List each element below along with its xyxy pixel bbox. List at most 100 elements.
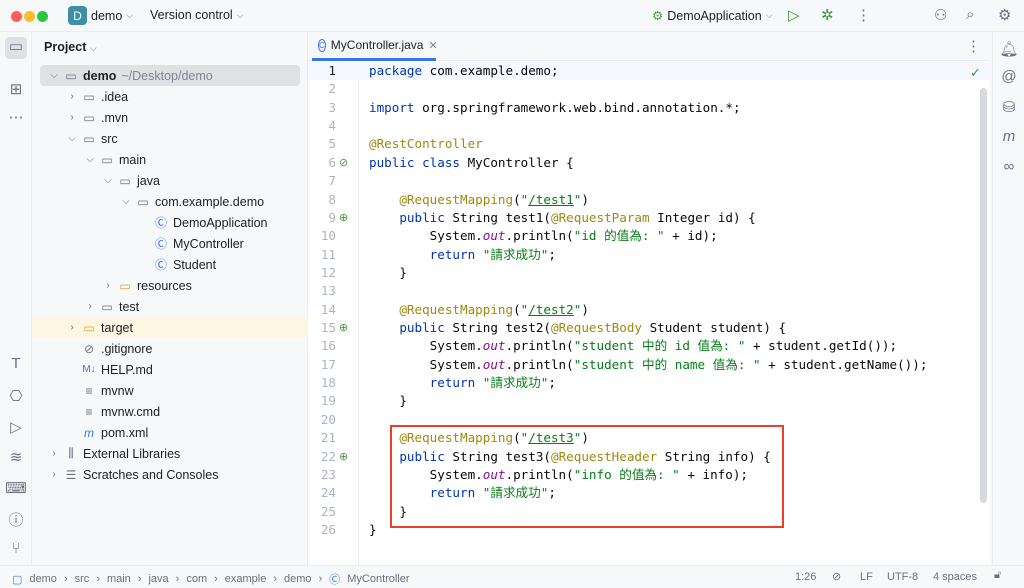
debug-icon[interactable]: ✲: [821, 6, 834, 24]
run-tool-icon[interactable]: ▷: [5, 418, 27, 436]
code-line[interactable]: 11 return "請求成功";: [308, 246, 990, 264]
indent-setting[interactable]: 4 spaces: [933, 571, 977, 583]
no-inspections-icon[interactable]: ⊘: [832, 570, 841, 583]
tree-item[interactable]: ⌵ ▭ src: [32, 128, 308, 149]
run-config-selector[interactable]: ⚙ DemoApplication ⌵: [652, 8, 773, 24]
code-line[interactable]: 17 System.out.println("student 中的 name 值…: [308, 356, 990, 374]
tree-item[interactable]: ⌵ ▭ java: [32, 170, 308, 191]
chevron-right-icon[interactable]: ›: [46, 448, 62, 459]
code-line[interactable]: 19 }: [308, 392, 990, 410]
breadcrumb-item[interactable]: main: [107, 573, 131, 585]
close-tab-icon[interactable]: ✕: [428, 39, 437, 52]
code-line[interactable]: 18 return "請求成功";: [308, 374, 990, 392]
run-icon[interactable]: ▷: [788, 6, 800, 24]
tree-item[interactable]: ≡ mvnw.cmd: [32, 401, 308, 422]
version-control-menu[interactable]: Version control ⌵: [150, 8, 244, 22]
bean-icon[interactable]: ⊘: [339, 154, 348, 172]
breadcrumb-item[interactable]: java: [148, 573, 168, 585]
settings-icon[interactable]: ⚙: [998, 6, 1011, 24]
project-panel-title[interactable]: Project ⌵: [44, 40, 97, 54]
more-icon[interactable]: ⋮: [856, 6, 871, 24]
code-line[interactable]: 1 package com.example.demo;: [308, 62, 990, 80]
search-icon[interactable]: ⌕: [966, 6, 974, 23]
code-line[interactable]: 10 System.out.println("id 的值為: " + id);: [308, 227, 990, 245]
notifications-icon[interactable]: 🔔︎: [998, 40, 1020, 58]
chevron-right-icon[interactable]: ›: [100, 280, 116, 291]
chevron-right-icon[interactable]: ›: [64, 322, 80, 333]
breadcrumb-item[interactable]: MyController: [347, 573, 409, 585]
code-line[interactable]: 9 ⊕ public String test1(@RequestParam Int…: [308, 209, 990, 227]
chevron-down-icon[interactable]: ⌵: [118, 196, 134, 207]
breadcrumb-item[interactable]: demo: [29, 573, 57, 585]
endpoint-icon[interactable]: ⊕: [339, 209, 348, 227]
tree-item[interactable]: › ☰ Scratches and Consoles: [32, 464, 308, 485]
close-window-button[interactable]: [11, 11, 22, 22]
tree-item[interactable]: › ▭ resources: [32, 275, 308, 296]
tree-item[interactable]: ⌵ ▭ main: [32, 149, 308, 170]
code-line[interactable]: 2: [308, 80, 990, 98]
tree-item[interactable]: › ▭ .idea: [32, 86, 308, 107]
database-icon[interactable]: ⛁: [998, 98, 1020, 116]
problems-icon[interactable]: ⓘ: [5, 509, 27, 530]
tab-mycontroller[interactable]: C MyController.java ✕: [312, 32, 438, 61]
code-line[interactable]: 13: [308, 282, 990, 300]
add-user-icon[interactable]: ⚇: [934, 6, 947, 24]
chevron-right-icon[interactable]: ›: [64, 91, 80, 102]
code-line[interactable]: 7: [308, 172, 990, 190]
no-problems-check-icon[interactable]: ✓: [970, 65, 981, 81]
file-encoding[interactable]: UTF-8: [887, 571, 918, 583]
zoom-window-button[interactable]: [37, 11, 48, 22]
project-tool-icon[interactable]: ▭: [5, 37, 27, 59]
lock-icon[interactable]: 🔓︎: [994, 569, 1001, 582]
code-line[interactable]: 5 @RestController: [308, 135, 990, 153]
services-icon[interactable]: ⎔: [5, 387, 27, 405]
tree-item[interactable]: m pom.xml: [32, 422, 308, 443]
tree-item[interactable]: › ⫼ External Libraries: [32, 443, 308, 464]
tree-item[interactable]: › ▭ target: [32, 317, 308, 338]
code-line[interactable]: 6 ⊘ public class MyController {: [308, 154, 990, 172]
code-line[interactable]: 4: [308, 117, 990, 135]
endpoint-icon[interactable]: ⊕: [339, 319, 348, 337]
git-icon[interactable]: ⑂: [5, 540, 27, 557]
tree-item[interactable]: › ▭ test: [32, 296, 308, 317]
chevron-right-icon[interactable]: ›: [46, 469, 62, 480]
chevron-down-icon[interactable]: ⌵: [64, 133, 80, 144]
breadcrumb-item[interactable]: demo: [284, 573, 312, 585]
code-line[interactable]: 15 ⊕ public String test2(@RequestBody Stu…: [308, 319, 990, 337]
tree-item[interactable]: ⊘ .gitignore: [32, 338, 308, 359]
tree-item[interactable]: ≡ mvnw: [32, 380, 308, 401]
code-line[interactable]: 14 @RequestMapping("/test2"): [308, 301, 990, 319]
tree-item[interactable]: › ▭ .mvn: [32, 107, 308, 128]
tab-options-icon[interactable]: ⋮: [966, 37, 981, 55]
structure-tool-icon[interactable]: ⊞: [5, 80, 27, 98]
code-line[interactable]: 16 System.out.println("student 中的 id 值為:…: [308, 337, 990, 355]
caret-position[interactable]: 1:26: [795, 571, 816, 583]
chevron-down-icon[interactable]: ⌵: [82, 154, 98, 165]
line-separator[interactable]: LF: [860, 571, 873, 583]
ai-assistant-icon[interactable]: @: [998, 68, 1020, 85]
code-line[interactable]: 12 }: [308, 264, 990, 282]
python-icon[interactable]: ∞: [998, 158, 1020, 175]
breadcrumb-item[interactable]: com: [186, 573, 207, 585]
breadcrumb-item[interactable]: src: [75, 573, 90, 585]
tree-item[interactable]: M↓ HELP.md: [32, 359, 308, 380]
code-line[interactable]: 3 import org.springframework.web.bind.ann…: [308, 99, 990, 117]
terminal-icon[interactable]: ⌨: [5, 479, 27, 497]
minimize-window-button[interactable]: [24, 11, 35, 22]
tree-item[interactable]: ⌵ ▭ demo ~/Desktop/demo: [40, 65, 300, 86]
chevron-down-icon[interactable]: ⌵: [46, 70, 62, 81]
tree-item[interactable]: Ⓒ Student: [32, 254, 308, 275]
chevron-right-icon[interactable]: ›: [64, 112, 80, 123]
maven-icon[interactable]: m: [998, 128, 1020, 145]
chevron-right-icon[interactable]: ›: [82, 301, 98, 312]
more-tools-icon[interactable]: ⋯: [5, 108, 27, 126]
chevron-down-icon[interactable]: ⌵: [100, 175, 116, 186]
layers-icon[interactable]: ≋: [5, 448, 27, 466]
tree-item[interactable]: Ⓒ MyController: [32, 233, 308, 254]
endpoint-icon[interactable]: ⊕: [339, 448, 348, 466]
tree-item[interactable]: Ⓒ DemoApplication: [32, 212, 308, 233]
scrollbar[interactable]: [980, 88, 987, 503]
code-line[interactable]: 8 @RequestMapping("/test1"): [308, 191, 990, 209]
breadcrumb-item[interactable]: example: [225, 573, 267, 585]
project-switcher[interactable]: D demo ⌵: [68, 6, 133, 25]
